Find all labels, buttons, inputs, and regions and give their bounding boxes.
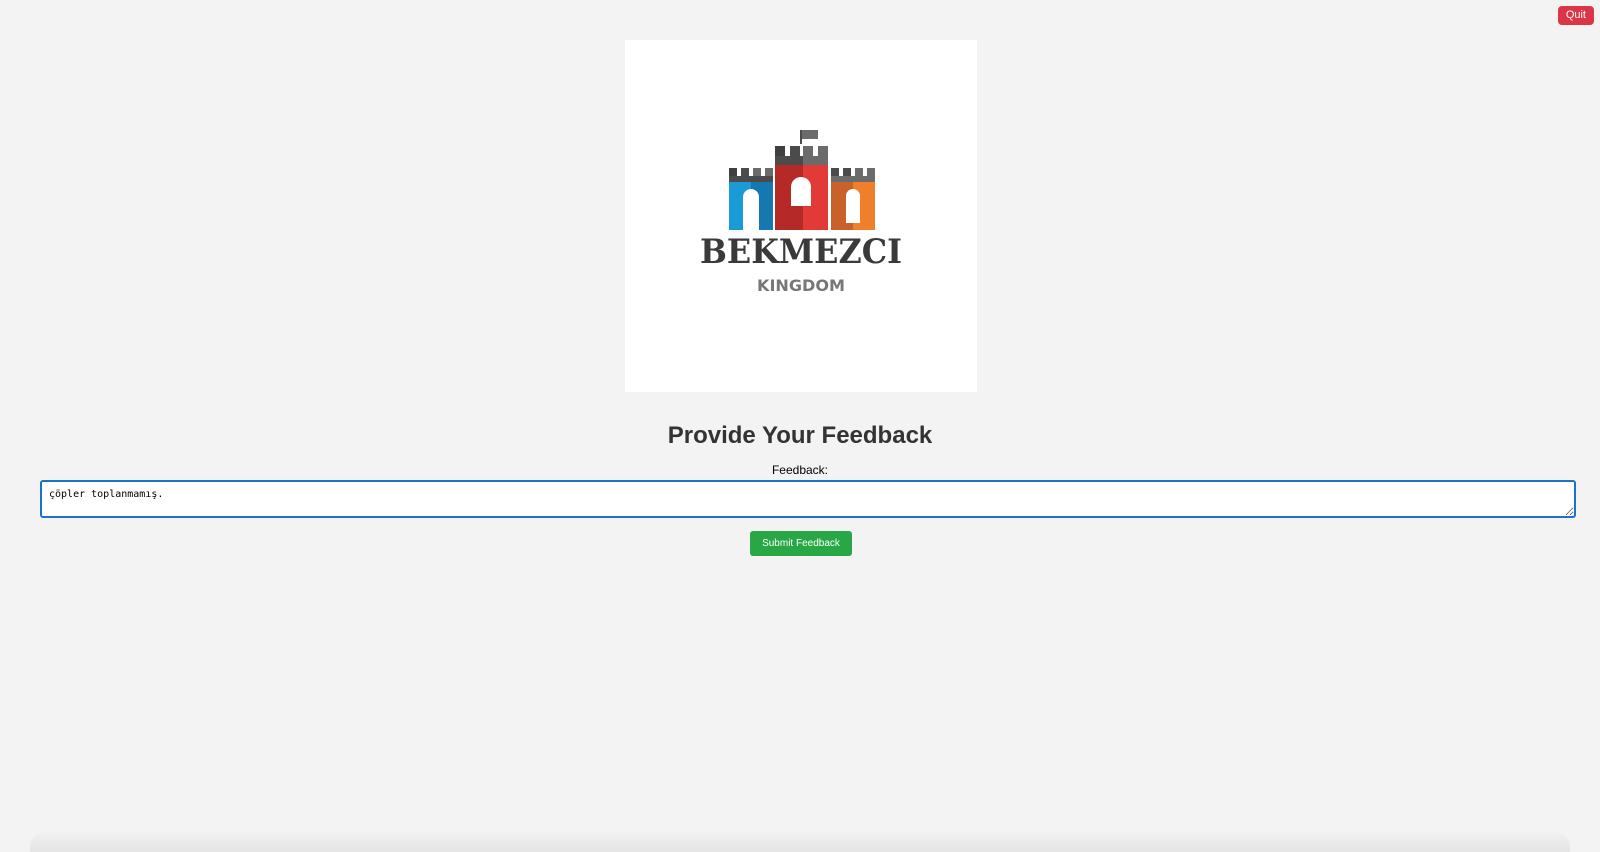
brand-name: BEKMEZCI xyxy=(700,232,902,272)
kingdom-logo: BEKMEZCI KINGDOM xyxy=(700,130,902,295)
right-tower-icon xyxy=(831,168,875,230)
brand-subtitle: KINGDOM xyxy=(757,276,845,295)
feedback-textarea[interactable]: çöpler toplanmamış. xyxy=(40,480,1576,518)
center-tower-icon xyxy=(775,146,828,230)
submit-feedback-button[interactable]: Submit Feedback xyxy=(750,531,852,556)
logo-card: BEKMEZCI KINGDOM xyxy=(625,40,977,392)
quit-button[interactable]: Quit xyxy=(1557,6,1594,25)
left-tower-icon xyxy=(729,168,773,230)
bottom-shadow xyxy=(30,830,1570,852)
flag-icon xyxy=(800,130,818,144)
feedback-label: Feedback: xyxy=(771,463,829,477)
page-title: Provide Your Feedback xyxy=(667,422,933,449)
